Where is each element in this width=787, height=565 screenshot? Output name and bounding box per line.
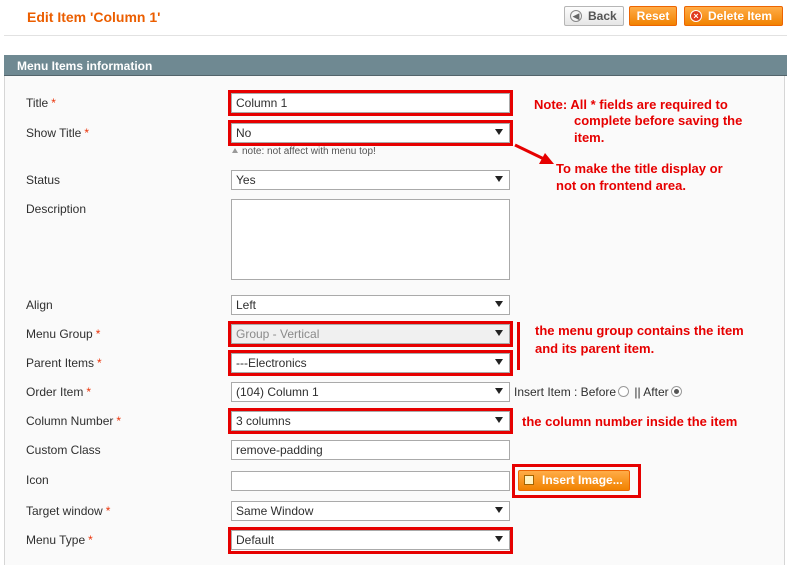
menu-group-label: Menu Group * xyxy=(26,327,100,341)
order-item-select[interactable]: (104) Column 1 xyxy=(231,382,510,402)
back-button[interactable]: ◀ Back xyxy=(564,6,624,26)
parent-items-label-text: Parent Items xyxy=(26,356,95,370)
title-display-line-2: not on frontend area. xyxy=(556,178,686,193)
target-window-label-text: Target window xyxy=(26,504,103,518)
status-select[interactable]: Yes xyxy=(231,170,510,190)
custom-class-input[interactable]: remove-padding xyxy=(231,440,510,460)
show-title-note-text: note: not affect with menu top! xyxy=(242,146,376,157)
note-line-1: Note: All * fields are required to xyxy=(534,97,728,112)
section-title: Menu Items information xyxy=(17,59,153,73)
order-item-label-text: Order Item xyxy=(26,385,84,399)
menu-type-highlight xyxy=(228,527,513,554)
required-marker: * xyxy=(86,385,92,399)
chevron-down-icon xyxy=(495,388,503,394)
note-line-3: item. xyxy=(574,130,605,145)
page-title: Edit Item 'Column 1' xyxy=(27,9,161,25)
column-number-highlight xyxy=(228,408,513,434)
align-select[interactable]: Left xyxy=(231,295,510,315)
insert-after-radio[interactable] xyxy=(670,386,682,397)
column-number-note: the column number inside the item xyxy=(522,414,738,429)
required-marker: * xyxy=(105,504,111,518)
show-title-label: Show Title * xyxy=(26,126,89,140)
insert-before-radio[interactable] xyxy=(618,386,630,397)
order-item-value: (104) Column 1 xyxy=(236,385,319,399)
triangle-up-icon xyxy=(232,148,238,153)
show-title-note: note: not affect with menu top! xyxy=(232,146,376,157)
parent-items-highlight xyxy=(228,350,513,376)
title-divider xyxy=(4,35,787,36)
required-marker: * xyxy=(116,414,122,428)
target-window-select[interactable]: Same Window xyxy=(231,501,510,521)
title-label-text: Title xyxy=(26,96,49,110)
status-value: Yes xyxy=(236,173,256,187)
required-marker: * xyxy=(95,327,101,341)
back-arrow-icon: ◀ xyxy=(570,10,582,22)
menu-group-note-2: and its parent item. xyxy=(535,341,655,356)
note-line-2: complete before saving the xyxy=(574,113,743,128)
menu-group-note-1: the menu group contains the item xyxy=(535,323,744,338)
menu-group-bracket xyxy=(517,322,520,370)
annotation-arrow-icon xyxy=(514,143,554,164)
required-marker: * xyxy=(97,356,102,370)
status-label: Status xyxy=(26,173,61,187)
required-marker: * xyxy=(88,533,93,547)
back-button-label: Back xyxy=(588,9,617,23)
insert-position-group: Insert Item : Before || After xyxy=(514,385,684,399)
title-label: Title * xyxy=(26,96,56,110)
target-window-label: Target window * xyxy=(26,504,110,518)
icon-label: Icon xyxy=(26,473,49,487)
menu-type-label-text: Menu Type xyxy=(26,533,86,547)
delete-circle-icon: × xyxy=(690,10,702,22)
show-title-highlight xyxy=(228,120,513,146)
menu-group-label-text: Menu Group xyxy=(26,327,93,341)
parent-items-label: Parent Items * xyxy=(26,356,102,370)
delete-button-label: Delete Item xyxy=(708,9,773,23)
insert-before-label: Insert Item : Before xyxy=(514,385,617,399)
title-highlight xyxy=(228,90,513,116)
chevron-down-icon xyxy=(495,176,503,182)
required-marker: * xyxy=(51,96,56,110)
custom-class-label: Custom Class xyxy=(26,443,101,457)
insert-image-highlight xyxy=(512,464,641,498)
menu-type-label: Menu Type * xyxy=(26,533,93,547)
order-item-label: Order Item * xyxy=(26,385,91,399)
target-window-value: Same Window xyxy=(236,504,314,518)
column-number-label: Column Number * xyxy=(26,414,121,428)
menu-group-highlight xyxy=(228,321,513,347)
description-label: Description xyxy=(26,202,87,216)
chevron-down-icon xyxy=(495,301,503,307)
align-label: Align xyxy=(26,298,53,312)
delete-item-button[interactable]: × Delete Item xyxy=(684,6,783,26)
required-marker: * xyxy=(84,126,90,140)
icon-input[interactable] xyxy=(231,471,510,491)
show-title-label-text: Show Title xyxy=(26,126,82,140)
description-textarea[interactable] xyxy=(231,199,510,280)
align-value: Left xyxy=(236,298,257,312)
insert-after-label: || After xyxy=(634,385,669,399)
section-header: Menu Items information xyxy=(4,55,787,76)
chevron-down-icon xyxy=(495,507,503,513)
reset-button[interactable]: Reset xyxy=(629,6,677,26)
column-number-label-text: Column Number xyxy=(26,414,114,428)
title-display-line-1: To make the title display or xyxy=(556,161,723,176)
